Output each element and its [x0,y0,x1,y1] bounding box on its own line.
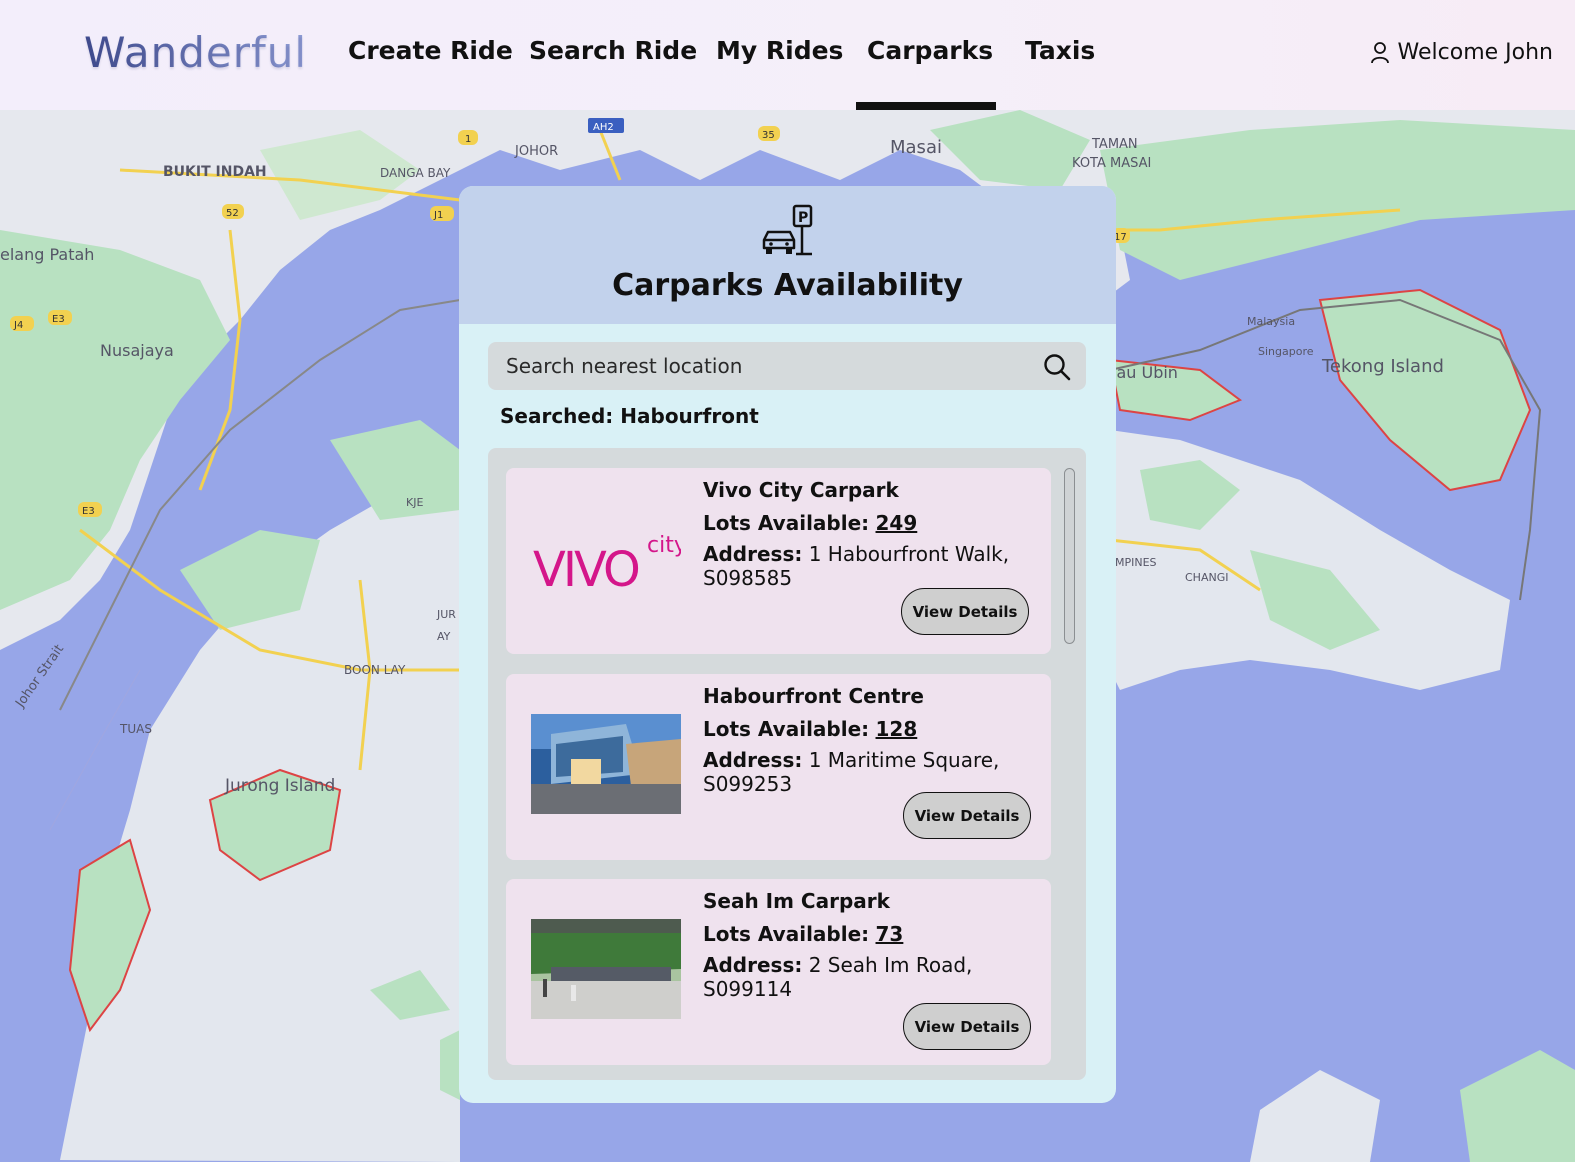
road-badge-52: 52 [226,208,239,219]
svg-text:VIVO: VIVO [533,542,639,598]
lots-available: Lots Available: 128 [703,717,918,741]
nav-taxis[interactable]: Taxis [1025,36,1095,65]
nav-my-rides[interactable]: My Rides [716,36,843,65]
search-bar [488,342,1086,390]
carpark-icon: P [762,204,813,256]
map-label-singapore: Singapore [1258,345,1314,358]
road-badge-e3-b: E3 [82,506,95,517]
carpark-card: Seah Im Carpark Lots Available: 73 Addre… [506,879,1051,1065]
road-badge-e3: E3 [52,314,65,325]
view-details-button[interactable]: View Details [903,1003,1031,1050]
vivo-city-logo: VIVO city [531,508,681,608]
map-label-malaysia: Malaysia [1247,315,1295,328]
map-label-tekong-island: Tekong Island [1321,356,1444,377]
panel-header: P Carparks Availability [459,186,1116,324]
lots-count: 249 [875,511,918,535]
carpark-address: Address: 2 Seah Im Road, S099114 [703,953,973,1001]
map-label-taman: TAMAN [1091,137,1138,152]
road-badge-j1: J1 [433,210,443,221]
map-label-johor: JOHOR [514,144,558,159]
map-label-jurong-island: Jurong Island [224,776,335,796]
search-icon[interactable] [1042,352,1072,382]
welcome-text: Welcome John [1397,40,1553,65]
road-badge-j4: J4 [13,320,23,331]
carpark-name: Seah Im Carpark [703,889,890,913]
habourfront-centre-photo [531,714,681,814]
user-icon [1370,41,1389,63]
map-label-nusajaya: Nusajaya [100,341,174,360]
user-menu[interactable]: Welcome John [1370,40,1553,65]
lots-available: Lots Available: 73 [703,922,904,946]
map-label-ay: AY [437,630,451,643]
lots-count: 73 [875,922,904,946]
panel-title: Carparks Availability [612,268,963,303]
active-tab-indicator [856,102,996,110]
view-details-button[interactable]: View Details [901,588,1029,635]
map-label-bukit-indah: BUKIT INDAH [163,164,267,180]
carpark-card: Habourfront Centre Lots Available: 128 A… [506,674,1051,860]
carpark-name: Vivo City Carpark [703,478,899,502]
map-label-changi: CHANGI [1185,571,1228,584]
map-label-kje: KJE [406,496,423,509]
carpark-address: Address: 1 Maritime Square, S099253 [703,748,1000,796]
searched-location-label: Searched: Habourfront [500,404,759,428]
nav-create-ride[interactable]: Create Ride [348,36,513,65]
logo[interactable]: Wanderful [84,28,307,77]
carpark-address: Address: 1 Habourfront Walk, S098585 [703,542,1010,590]
map-label-tampines: MPINES [1115,556,1157,569]
carpark-list: VIVO city Vivo City Carpark Lots Availab… [488,448,1086,1080]
map-label-masai: Masai [890,137,942,158]
map-label-boon-lay: BOON LAY [344,663,406,677]
view-details-button[interactable]: View Details [903,792,1031,839]
lots-count: 128 [875,717,918,741]
carpark-name: Habourfront Centre [703,684,924,708]
top-nav-bar: Wanderful Create Ride Search Ride My Rid… [0,0,1575,110]
road-badge-1: 1 [465,134,471,145]
list-scrollbar[interactable] [1064,468,1075,644]
road-badge-ah2: AH2 [593,122,614,133]
carpark-card: VIVO city Vivo City Carpark Lots Availab… [506,468,1051,654]
road-badge-35: 35 [762,130,775,141]
map-label-jur: JUR [436,608,456,621]
map-label-kota-masai: KOTA MASAI [1072,156,1151,171]
svg-text:P: P [798,210,808,226]
nav-search-ride[interactable]: Search Ride [529,36,697,65]
nav-carparks[interactable]: Carparks [867,36,993,65]
map-label-tuas: TUAS [119,722,152,736]
svg-text:city: city [647,533,681,558]
map-label-pulau-ubin: lau Ubin [1112,363,1178,382]
search-input[interactable] [506,354,1026,378]
carparks-panel: P Carparks Availability Searched: Habour… [459,186,1116,1103]
seah-im-carpark-photo [531,919,681,1019]
lots-available: Lots Available: 249 [703,511,918,535]
map-label-danga-bay: DANGA BAY [380,166,451,180]
map-label-elang-patah: elang Patah [0,245,94,264]
